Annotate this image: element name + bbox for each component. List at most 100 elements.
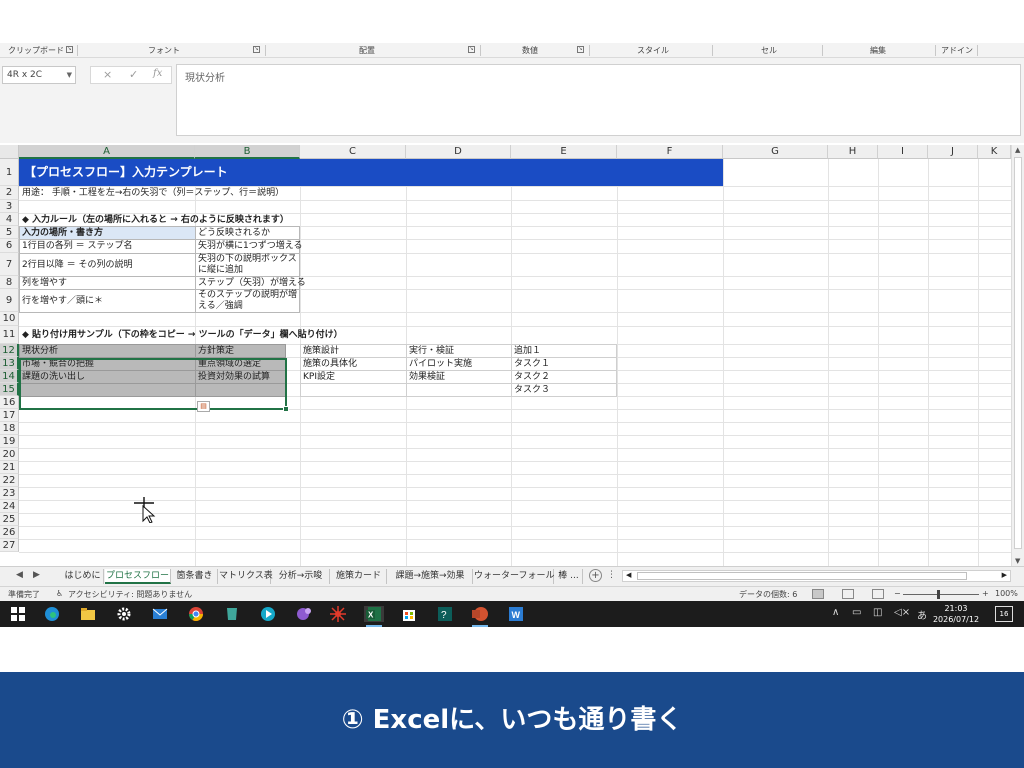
zoom-level[interactable]: 100% bbox=[995, 589, 1018, 598]
row-header-7[interactable]: 7 bbox=[0, 253, 19, 276]
column-header-i[interactable]: I bbox=[878, 145, 928, 159]
cell-d15[interactable] bbox=[406, 383, 512, 397]
excel-taskbar-slot[interactable]: X bbox=[364, 606, 384, 622]
cell-c14[interactable]: KPI設定 bbox=[300, 370, 407, 384]
zoom-slider[interactable] bbox=[903, 594, 979, 595]
tab-measure-card[interactable]: 施策カード bbox=[331, 569, 387, 584]
row-header-8[interactable]: 8 bbox=[0, 276, 19, 289]
cell-d14[interactable]: 効果検証 bbox=[406, 370, 512, 384]
tab-next-icon[interactable]: ▶ bbox=[33, 570, 40, 580]
cell-e15[interactable]: タスク３ bbox=[511, 383, 617, 397]
row-header-16[interactable]: 16 bbox=[0, 396, 19, 409]
tab-hajimeni[interactable]: はじめに bbox=[62, 569, 104, 584]
rule-3-input[interactable]: 列を増やす bbox=[19, 276, 196, 290]
rule-1-input[interactable]: 1行目の各列 ＝ ステップ名 bbox=[19, 239, 196, 254]
add-sheet-icon[interactable]: + bbox=[589, 569, 602, 582]
tab-split-handle-icon[interactable]: ⋮ bbox=[607, 570, 616, 580]
store-icon[interactable] bbox=[401, 606, 417, 622]
column-header-c[interactable]: C bbox=[300, 145, 406, 159]
chrome-icon[interactable] bbox=[188, 606, 204, 622]
row-header-24[interactable]: 24 bbox=[0, 500, 19, 513]
windows-start-icon[interactable] bbox=[10, 606, 26, 622]
row-header-15[interactable]: 15 bbox=[0, 383, 19, 396]
purple-app-icon[interactable] bbox=[296, 606, 312, 622]
settings-gear-icon[interactable] bbox=[116, 606, 132, 622]
number-launcher-icon[interactable]: ↘ bbox=[577, 46, 584, 53]
row-header-22[interactable]: 22 bbox=[0, 474, 19, 487]
quick-analysis-icon[interactable]: ▤ bbox=[197, 401, 210, 412]
rule-4-input[interactable]: 行を増やす／頭に＊ bbox=[19, 289, 196, 313]
cell-a12[interactable]: 現状分析 bbox=[19, 344, 196, 358]
cell-e14[interactable]: タスク２ bbox=[511, 370, 617, 384]
rules-heading-cell[interactable]: ◆ 入力ルール（左の場所に入れると → 右のように反映されます） bbox=[20, 214, 289, 226]
scroll-up-icon[interactable]: ▲ bbox=[1015, 146, 1020, 154]
cell-c12[interactable]: 施策設計 bbox=[300, 344, 407, 358]
tab-matrix[interactable]: マトリクス表 bbox=[219, 569, 273, 584]
name-box[interactable]: 4R x 2C ▼ bbox=[2, 66, 76, 84]
rule-2-result[interactable]: 矢羽の下の説明ボックスに縦に追加 bbox=[195, 253, 300, 277]
taskbar-clock[interactable]: 21:03 2026/07/12 bbox=[932, 603, 980, 625]
fill-handle[interactable] bbox=[283, 406, 289, 412]
scroll-left-icon[interactable]: ◀ bbox=[626, 571, 631, 579]
edge-icon[interactable] bbox=[44, 606, 60, 622]
column-header-a[interactable]: A bbox=[19, 145, 195, 159]
column-header-d[interactable]: D bbox=[406, 145, 511, 159]
row-header-2[interactable]: 2 bbox=[0, 186, 19, 200]
column-header-k[interactable]: K bbox=[978, 145, 1011, 159]
alignment-launcher-icon[interactable]: ↘ bbox=[468, 46, 475, 53]
sample-heading-cell[interactable]: ◆ 貼り付け用サンプル（下の枠をコピー → ツールの「データ」欄へ貼り付け） bbox=[20, 329, 343, 341]
rules-header-a[interactable]: 入力の場所・書き方 bbox=[19, 226, 196, 240]
select-all-corner[interactable] bbox=[0, 145, 19, 159]
vertical-scrollbar[interactable]: ▲ ▼ bbox=[1011, 145, 1024, 566]
row-header-14[interactable]: 14 bbox=[0, 370, 19, 383]
tab-analysis[interactable]: 分析→示唆 bbox=[272, 569, 330, 584]
cancel-icon[interactable]: × bbox=[103, 68, 112, 81]
row-header-17[interactable]: 17 bbox=[0, 409, 19, 422]
row-header-10[interactable]: 10 bbox=[0, 312, 19, 326]
row-header-18[interactable]: 18 bbox=[0, 422, 19, 435]
mail-icon[interactable] bbox=[152, 606, 168, 622]
battery-icon[interactable]: ▭ bbox=[852, 607, 861, 618]
row-header-19[interactable]: 19 bbox=[0, 435, 19, 448]
row-header-12[interactable]: 12 bbox=[0, 344, 19, 357]
row-header-23[interactable]: 23 bbox=[0, 487, 19, 500]
usage-cell[interactable]: 用途： 手順・工程を左→右の矢羽で（列＝ステップ、行＝説明） bbox=[20, 187, 284, 199]
row-header-1[interactable]: 1 bbox=[0, 159, 19, 186]
word-icon[interactable]: W bbox=[508, 606, 524, 622]
cell-b12[interactable]: 方針策定 bbox=[195, 344, 286, 358]
tab-waterfall[interactable]: ウォーターフォール bbox=[474, 569, 554, 584]
scroll-down-icon[interactable]: ▼ bbox=[1015, 557, 1020, 565]
app-shield-icon[interactable] bbox=[224, 606, 240, 622]
cell-e13[interactable]: タスク１ bbox=[511, 357, 617, 371]
normal-view-icon[interactable] bbox=[812, 589, 824, 599]
rule-2-input[interactable]: 2行目以降 ＝ その列の説明 bbox=[19, 253, 196, 277]
rules-header-b[interactable]: どう反映されるか bbox=[195, 226, 300, 240]
row-header-20[interactable]: 20 bbox=[0, 448, 19, 461]
terminal-app-icon[interactable]: ? bbox=[437, 606, 453, 622]
powerpoint-icon[interactable] bbox=[472, 606, 488, 622]
insert-function-icon[interactable]: fx bbox=[153, 68, 162, 79]
horizontal-scroll-thumb[interactable] bbox=[637, 572, 967, 580]
row-header-27[interactable]: 27 bbox=[0, 539, 19, 552]
row-header-11[interactable]: 11 bbox=[0, 326, 19, 344]
clipboard-launcher-icon[interactable]: ↘ bbox=[66, 46, 73, 53]
row-header-3[interactable]: 3 bbox=[0, 200, 19, 213]
vertical-scroll-thumb[interactable] bbox=[1014, 157, 1022, 549]
column-header-b[interactable]: B bbox=[195, 145, 300, 159]
row-header-21[interactable]: 21 bbox=[0, 461, 19, 474]
tab-process-flow[interactable]: プロセスフロー bbox=[105, 569, 171, 584]
worksheet-grid[interactable]: A B C D E F G H I J K 1 2 3 4 5 6 7 8 9 … bbox=[0, 145, 1024, 566]
tab-bar-more[interactable]: 棒 ... bbox=[555, 569, 583, 584]
cell-c13[interactable]: 施策の具体化 bbox=[300, 357, 407, 371]
row-header-5[interactable]: 5 bbox=[0, 226, 19, 239]
cell-d13[interactable]: パイロット実施 bbox=[406, 357, 512, 371]
tab-prev-icon[interactable]: ◀ bbox=[16, 570, 23, 580]
column-header-g[interactable]: G bbox=[723, 145, 828, 159]
row-header-9[interactable]: 9 bbox=[0, 289, 19, 312]
cell-e12[interactable]: 追加１ bbox=[511, 344, 617, 358]
zoom-in-icon[interactable]: + bbox=[982, 589, 989, 598]
template-title-cell[interactable]: 【プロセスフロー】入力テンプレート bbox=[19, 159, 723, 186]
rule-3-result[interactable]: ステップ（矢羽）が増える bbox=[195, 276, 306, 290]
tab-issue-measure-effect[interactable]: 課題→施策→効果 bbox=[388, 569, 473, 584]
media-play-icon[interactable] bbox=[260, 606, 276, 622]
